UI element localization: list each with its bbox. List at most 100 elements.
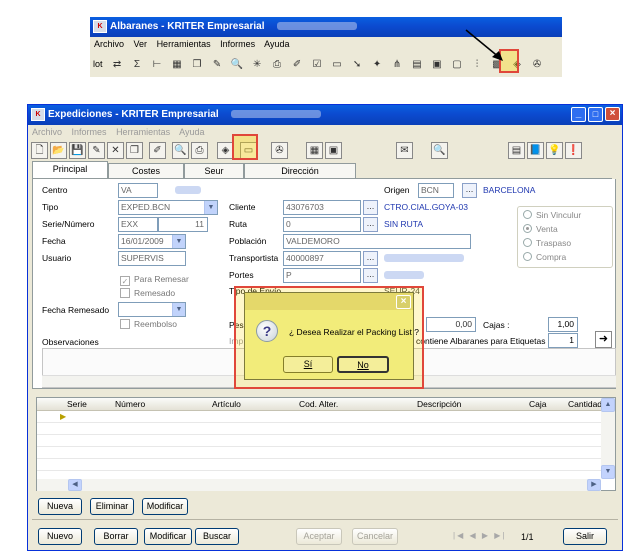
col-caja[interactable]: Caja <box>529 398 546 411</box>
radio-compra[interactable]: Compra <box>523 252 566 262</box>
fecha-field[interactable]: 16/01/2009 ▼ <box>118 234 186 249</box>
tool-icon[interactable]: ✐ <box>149 141 166 159</box>
tab-direccion[interactable]: Dirección <box>244 163 356 178</box>
label-icon[interactable]: ✇ <box>271 141 288 159</box>
close-button[interactable]: × <box>605 107 620 121</box>
cancelar-button[interactable]: Cancelar <box>352 528 398 545</box>
question-icon: ? <box>256 320 278 342</box>
ruta-lookup-button[interactable]: … <box>363 217 378 232</box>
chevron-down-icon: ▼ <box>172 235 185 248</box>
origen-lookup-button[interactable]: … <box>462 183 477 198</box>
tab-seur[interactable]: Seur <box>184 163 244 178</box>
minimize-button[interactable]: _ <box>571 107 586 122</box>
etiquetas-value: 1 <box>569 335 574 345</box>
save-icon[interactable]: 💾 <box>69 141 86 159</box>
transportista-lookup-button[interactable]: … <box>363 251 378 266</box>
reembolso-checkbox[interactable]: Reembolso <box>120 319 177 329</box>
ruta-field[interactable]: 0 <box>283 217 361 232</box>
scroll-left-icon[interactable]: ◀ <box>68 479 82 491</box>
edit-doc-icon[interactable]: ✎ <box>88 141 105 159</box>
fecha-remesado-field[interactable]: ▼ <box>118 302 186 317</box>
checkbox-box <box>120 319 130 329</box>
nueva-line-button[interactable]: Nueva <box>38 498 82 515</box>
cliente-lookup-button[interactable]: … <box>363 200 378 215</box>
mail-icon[interactable]: ✉ <box>396 141 413 159</box>
modificar-line-button[interactable]: Modificar <box>142 498 188 515</box>
numero-field[interactable]: 11 <box>158 217 208 232</box>
preview-icon[interactable]: 🔍 <box>172 141 189 159</box>
copy-icon[interactable]: ❐ <box>126 141 143 159</box>
col-serie[interactable]: Serie <box>67 398 87 411</box>
menu-herramientas[interactable]: Herramientas <box>116 127 170 137</box>
delete-icon[interactable]: ✕ <box>107 141 124 159</box>
radio-venta[interactable]: Venta <box>523 224 558 234</box>
no-button[interactable]: No <box>337 356 389 373</box>
maximize-button[interactable]: □ <box>588 107 603 122</box>
new-doc-icon[interactable]: 🗋 <box>31 141 48 159</box>
remesado-checkbox[interactable]: Remesado <box>120 288 175 298</box>
record-nav[interactable]: |◀ ◀ ▶ ▶| <box>453 531 506 540</box>
col-cod-alter[interactable]: Cod. Alter. <box>299 398 338 411</box>
transportista-field[interactable]: 40000897 <box>283 251 361 266</box>
serie-label: Serie/Número <box>42 219 95 229</box>
serie-field[interactable]: EXX <box>118 217 158 232</box>
importe-field[interactable]: 0,00 <box>426 317 476 332</box>
yes-button[interactable]: Sí <box>283 356 333 373</box>
dialog-titlebar <box>245 293 413 310</box>
etiquetas-label: contiene Albaranes para Etiquetas <box>416 336 546 346</box>
col-descripcion[interactable]: Descripción <box>417 398 461 411</box>
scroll-down-icon[interactable]: ▼ <box>601 465 615 479</box>
aceptar-button[interactable]: Aceptar <box>296 528 342 545</box>
blurred-centro-name <box>175 186 201 194</box>
origen-field[interactable]: BCN <box>418 183 454 198</box>
portes-field[interactable]: P <box>283 268 361 283</box>
poblacion-field[interactable]: VALDEMORO <box>283 234 471 249</box>
dialog-message: ¿ Desea Realizar el Packing List ? <box>289 327 419 337</box>
search-doc-icon[interactable]: 🔍 <box>431 141 448 159</box>
alert-icon[interactable]: ❗ <box>565 141 582 159</box>
col-articulo[interactable]: Artículo <box>212 398 241 411</box>
row-pointer-icon: ▶ <box>60 412 67 421</box>
modificar-button[interactable]: Modificar <box>144 528 192 545</box>
radio-venta-label: Venta <box>536 224 558 234</box>
centro-field[interactable]: VA <box>118 183 158 198</box>
buscar-button[interactable]: Buscar <box>195 528 239 545</box>
tipo-select[interactable]: EXPED.BCN ▼ <box>118 200 218 215</box>
scroll-right-icon[interactable]: ▶ <box>587 479 601 491</box>
fecha-remesado-label: Fecha Remesado <box>42 305 110 315</box>
cliente-field[interactable]: 43076703 <box>283 200 361 215</box>
menu-ayuda[interactable]: Ayuda <box>179 127 204 137</box>
menu-informes[interactable]: Informes <box>72 127 107 137</box>
tab-costes[interactable]: Costes <box>108 163 184 178</box>
borrar-button[interactable]: Borrar <box>94 528 138 545</box>
dialog-close-button[interactable]: × <box>396 295 411 309</box>
disk-icon[interactable]: ▣ <box>325 141 342 159</box>
calculator-icon[interactable]: ▤ <box>508 141 525 159</box>
radio-sin-vincular[interactable]: Sin Vinculur <box>523 210 581 220</box>
col-numero[interactable]: Número <box>115 398 145 411</box>
main-toolbar: 🗋 📂 💾 ✎ ✕ ❐ ✐ 🔍 ⎙ ◈ ▭ ✇ ▦ ▣ ✉ 🔍 ▤ 📘 💡 ❗ <box>28 140 582 160</box>
print-icon[interactable]: ⎙ <box>191 141 208 159</box>
calc-icon[interactable]: ▦ <box>306 141 323 159</box>
radio-traspaso[interactable]: Traspaso <box>523 238 571 248</box>
etiquetas-field[interactable]: 1 <box>548 333 578 348</box>
usuario-field[interactable]: SUPERVIS <box>118 251 186 266</box>
scroll-up-icon[interactable]: ▲ <box>601 398 615 412</box>
portes-lookup-button[interactable]: … <box>363 268 378 283</box>
arrow-right-button[interactable]: ➜ <box>595 331 612 348</box>
para-remesar-checkbox[interactable]: ✓ Para Remesar <box>120 274 189 286</box>
radio-compra-label: Compra <box>536 252 567 262</box>
menu-archivo[interactable]: Archivo <box>32 127 62 137</box>
centro-label: Centro <box>42 185 68 195</box>
nuevo-button[interactable]: Nuevo <box>38 528 82 545</box>
grid-hscroll[interactable] <box>37 479 601 491</box>
open-folder-icon[interactable]: 📂 <box>50 141 67 159</box>
bulb-icon[interactable]: 💡 <box>546 141 563 159</box>
col-cantidad[interactable]: Cantidad <box>568 398 602 411</box>
cajas-field[interactable]: 1,00 <box>548 317 578 332</box>
tab-principal[interactable]: Principal <box>32 161 108 178</box>
app-icon: K <box>31 108 45 121</box>
book-icon[interactable]: 📘 <box>527 141 544 159</box>
eliminar-line-button[interactable]: Eliminar <box>90 498 134 515</box>
salir-button[interactable]: Salir <box>563 528 607 545</box>
